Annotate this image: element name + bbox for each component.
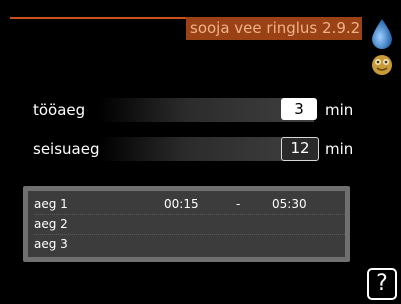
water-drop-icon — [372, 19, 392, 49]
header-accent-line — [10, 17, 186, 19]
schedule-panel: aeg 1 00:15 - 05:30 aeg 2 aeg 3 — [23, 186, 350, 262]
period-label: aeg 1 — [34, 197, 68, 211]
help-icon[interactable]: ? — [367, 268, 397, 300]
period-start: 00:15 — [164, 197, 199, 211]
standby-value-field[interactable]: 12 — [281, 137, 319, 161]
schedule-row-2[interactable]: aeg 2 — [34, 215, 345, 235]
unit-label: min — [325, 140, 354, 158]
schedule-row-1[interactable]: aeg 1 00:15 - 05:30 — [34, 195, 345, 215]
period-label: aeg 3 — [34, 237, 68, 251]
period-label: aeg 2 — [34, 217, 68, 231]
smiley-icon — [372, 55, 392, 75]
setting-label: tööaeg — [33, 101, 86, 119]
setting-row-tooaeg[interactable]: tööaeg 3 min — [29, 98, 354, 122]
unit-label: min — [325, 101, 354, 119]
period-separator: - — [236, 197, 241, 211]
schedule-row-3[interactable]: aeg 3 — [34, 235, 345, 254]
runtime-value-field[interactable]: 3 — [281, 98, 317, 120]
page-title: sooja vee ringlus 2.9.2 — [186, 17, 362, 40]
setting-label: seisuaeg — [33, 140, 100, 158]
setting-row-seisuaeg[interactable]: seisuaeg 12 min — [29, 137, 354, 161]
period-end: 05:30 — [272, 197, 307, 211]
schedule-list: aeg 1 00:15 - 05:30 aeg 2 aeg 3 — [28, 191, 345, 257]
